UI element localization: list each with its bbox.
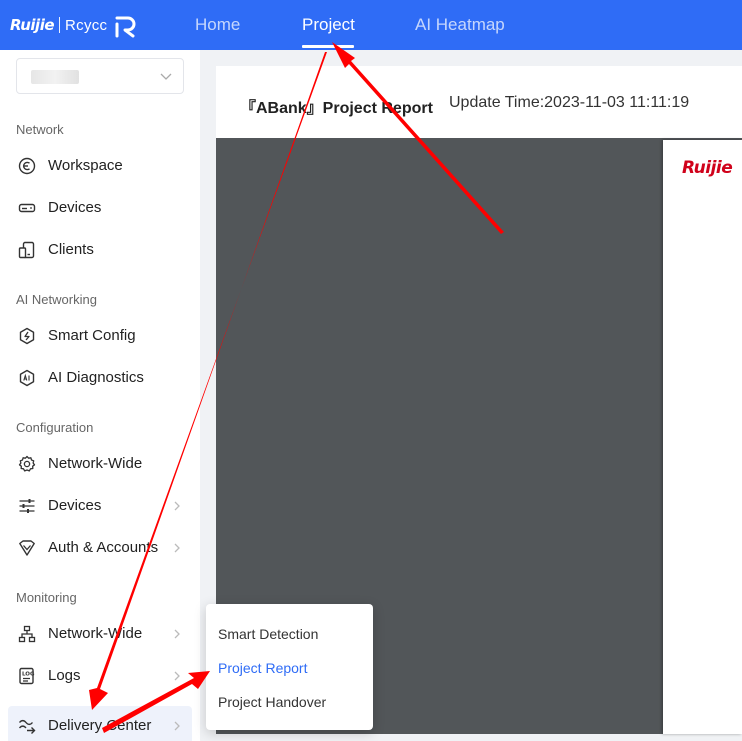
sidebar-item-label: Network-Wide (48, 625, 143, 642)
sidebar-item-label: Clients (48, 241, 94, 258)
chevron-right-icon (174, 671, 180, 681)
nav-tab-ai-heatmap[interactable]: AI Heatmap (415, 0, 505, 50)
ai-diagnostics-icon (19, 369, 35, 387)
logo-product: Rcycc (65, 16, 108, 34)
sidebar-item-clients[interactable]: Clients (0, 230, 200, 270)
project-name-redacted (31, 70, 79, 84)
delivery-center-submenu: Smart Detection Project Report Project H… (206, 604, 373, 730)
sidebar-item-workspace[interactable]: Workspace (0, 146, 200, 186)
sidebar-item-label: Network-Wide (48, 455, 143, 472)
sidebar-item-devices[interactable]: Devices (0, 188, 200, 228)
shield-icon (19, 540, 35, 556)
group-title-configuration: Configuration (16, 420, 94, 435)
sidebar-item-config-devices[interactable]: Devices (0, 486, 200, 526)
gear-icon (18, 455, 36, 472)
sidebar-item-label: Delivery Center (48, 717, 152, 734)
sidebar-item-config-network-wide[interactable]: Network-Wide (0, 444, 200, 484)
logo-brand: Ruijie (10, 16, 55, 34)
logo-mark-icon (115, 16, 136, 38)
group-title-network: Network (16, 122, 64, 137)
sidebar-item-label: Workspace (48, 157, 123, 174)
report-header: 『ABank』Project Report Update Time:2023-1… (216, 66, 742, 138)
sidebar-item-label: Logs (48, 667, 81, 684)
sidebar: Network Workspace Devices Clients AI Net… (0, 50, 200, 741)
sidebar-item-label: Devices (48, 497, 102, 514)
report-update-time: Update Time:2023-11-03 11:11:19 (449, 94, 690, 111)
chevron-down-icon (160, 73, 172, 80)
chevron-right-icon (174, 543, 180, 553)
chevron-right-icon (174, 501, 180, 511)
delivery-icon (18, 719, 36, 734)
sidebar-item-label: Smart Config (48, 327, 136, 344)
project-selector[interactable] (16, 58, 184, 94)
top-navigation-bar: Ruijie Rcycc Home Project AI Heatmap (0, 0, 742, 50)
topology-icon (18, 625, 36, 643)
sidebar-item-monitor-network-wide[interactable]: Network-Wide (0, 614, 200, 654)
device-icon (18, 203, 36, 213)
group-title-ai-networking: AI Networking (16, 292, 97, 307)
report-page: Ruijie (663, 140, 742, 734)
sidebar-item-logs[interactable]: LOG Logs (0, 656, 200, 696)
sidebar-item-label: Devices (48, 199, 102, 216)
clients-icon (18, 241, 35, 259)
workspace-icon (18, 157, 36, 175)
nav-tab-home[interactable]: Home (195, 0, 240, 50)
report-page-logo: Ruijie (682, 158, 733, 178)
report-title: 『ABank』Project Report (240, 100, 433, 117)
active-tab-indicator (302, 45, 354, 48)
smart-config-icon (19, 327, 35, 345)
chevron-right-icon (174, 721, 180, 731)
submenu-item-smart-detection[interactable]: Smart Detection (218, 626, 318, 642)
submenu-item-project-report[interactable]: Project Report (218, 660, 307, 676)
app-logo[interactable]: Ruijie Rcycc (10, 12, 139, 38)
sidebar-item-smart-config[interactable]: Smart Config (0, 316, 200, 356)
group-title-monitoring: Monitoring (16, 590, 77, 605)
logo-separator (59, 17, 61, 33)
sidebar-item-label: AI Diagnostics (48, 369, 144, 386)
logs-icon: LOG (19, 667, 35, 685)
submenu-item-project-handover[interactable]: Project Handover (218, 694, 326, 710)
sidebar-item-label: Auth & Accounts (48, 539, 159, 556)
svg-text:LOG: LOG (22, 672, 35, 678)
chevron-right-icon (174, 629, 180, 639)
sidebar-item-delivery-center[interactable]: Delivery Center (8, 706, 192, 741)
sidebar-item-ai-diagnostics[interactable]: AI Diagnostics (0, 358, 200, 398)
sliders-icon (19, 499, 35, 513)
nav-tab-project[interactable]: Project (302, 0, 355, 50)
sidebar-item-auth-accounts[interactable]: Auth & Accounts (0, 528, 200, 568)
